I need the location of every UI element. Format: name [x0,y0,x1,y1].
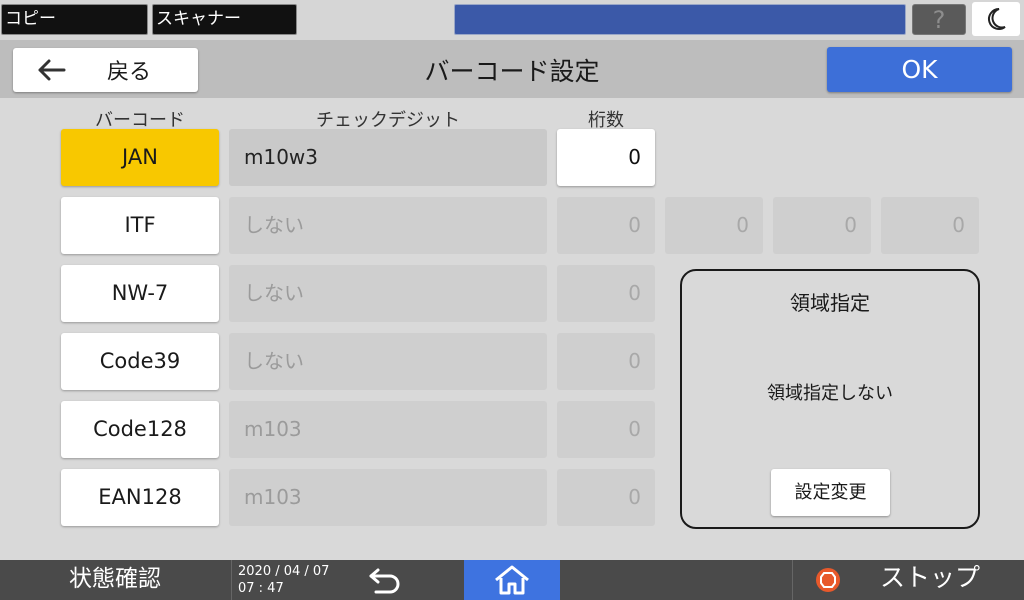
bottom-bar: 状態確認 2020 / 04 / 07 07 : 47 ストップ [0,560,1024,600]
undo-icon [369,568,400,594]
checkdigit-field-code128: m103 [229,401,547,458]
status-check-button[interactable]: 状態確認 [0,560,230,600]
top-bar: コピー スキャナー ? [0,0,1024,40]
reset-button[interactable] [355,563,415,597]
area-specification-panel: 領域指定 領域指定しない 設定変更 [680,269,980,529]
change-settings-button[interactable]: 設定変更 [771,469,890,516]
barcode-button-code39[interactable]: Code39 [61,333,219,390]
digits-field-code39: 0 [557,333,655,390]
tab-scanner[interactable]: スキャナー [152,4,297,35]
barcode-button-code128[interactable]: Code128 [61,401,219,458]
digits-field-nw7: 0 [557,265,655,322]
checkdigit-field-jan[interactable]: m10w3 [229,129,547,186]
barcode-button-itf[interactable]: ITF [61,197,219,254]
checkdigit-field-code39: しない [229,333,547,390]
area-title: 領域指定 [790,291,870,315]
barcode-button-ean128[interactable]: EAN128 [61,469,219,526]
digits-field-code128: 0 [557,401,655,458]
moon-icon [988,8,1006,30]
checkdigit-field-nw7: しない [229,265,547,322]
home-button[interactable] [464,560,560,600]
digits-field-itf-1: 0 [557,197,655,254]
help-button[interactable]: ? [912,4,966,35]
area-value: 領域指定しない [767,383,893,404]
ok-button[interactable]: OK [827,47,1012,92]
divider [792,560,793,600]
digits-field-itf-3: 0 [773,197,871,254]
header-bar: 戻る バーコード設定 OK [0,40,1024,98]
time-text: 07 : 47 [238,581,284,596]
message-bar [454,4,906,35]
stop-button[interactable]: ストップ [880,560,980,600]
energy-saver-button[interactable] [972,2,1020,36]
checkdigit-field-itf: しない [229,197,547,254]
digits-field-itf-2: 0 [665,197,763,254]
digits-field-jan[interactable]: 0 [557,129,655,186]
stop-icon[interactable] [815,567,841,593]
barcode-button-nw7[interactable]: NW-7 [61,265,219,322]
digits-field-itf-4: 0 [881,197,979,254]
digits-field-ean128: 0 [557,469,655,526]
datetime-display: 2020 / 04 / 07 07 : 47 [231,560,333,600]
home-icon [495,565,529,595]
checkdigit-field-ean128: m103 [229,469,547,526]
date-text: 2020 / 04 / 07 [238,564,330,579]
tab-copy[interactable]: コピー [1,4,148,35]
barcode-button-jan[interactable]: JAN [61,129,219,186]
